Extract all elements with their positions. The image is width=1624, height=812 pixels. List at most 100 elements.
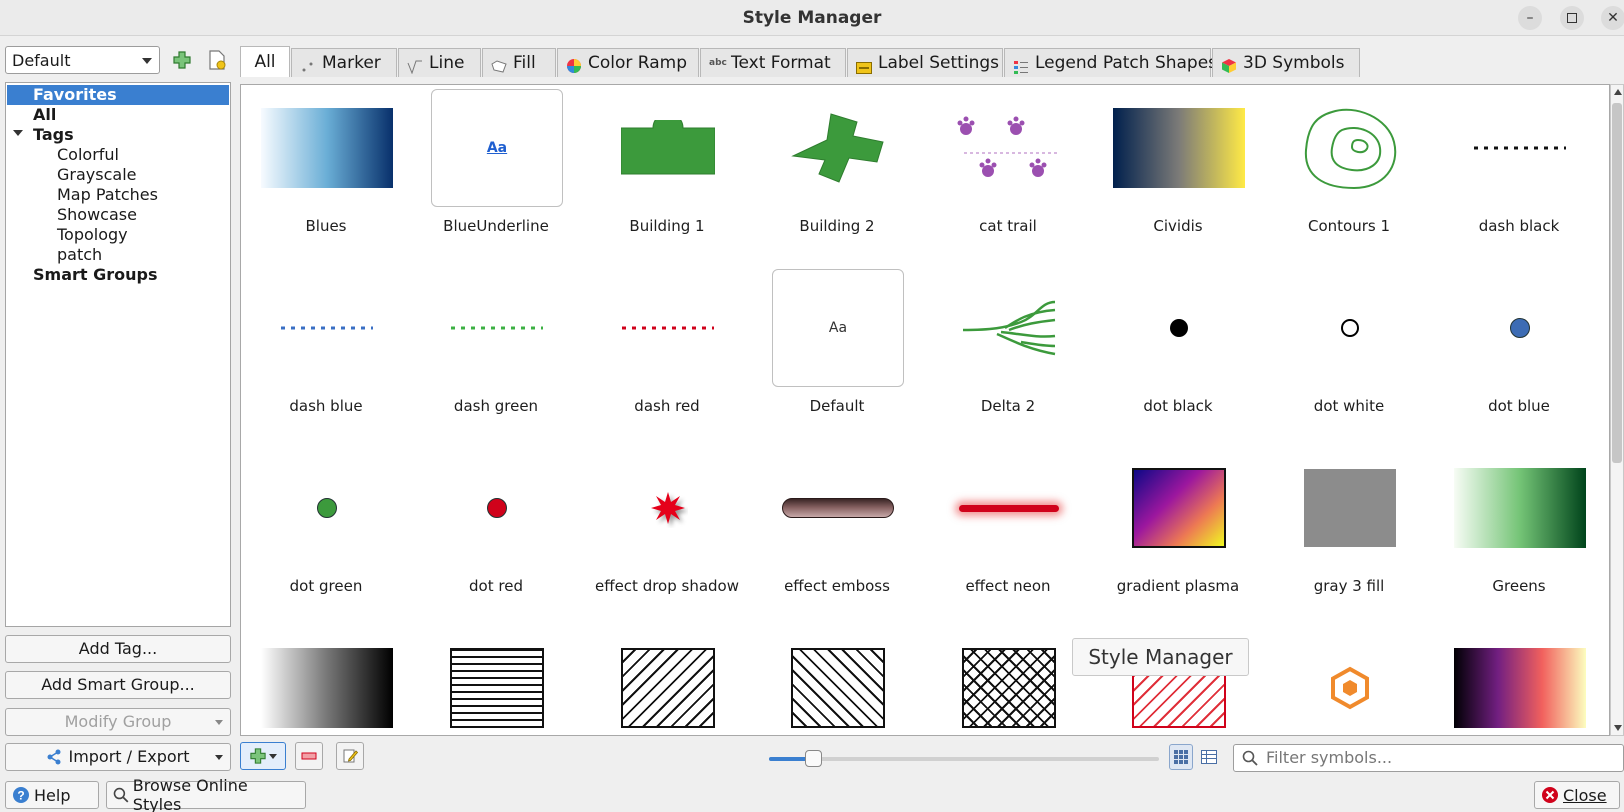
tab-line[interactable]: Line [398, 48, 481, 77]
fill-preview [1284, 89, 1416, 207]
symbol-item[interactable]: dot white [1264, 265, 1434, 445]
tree-item-showcase[interactable]: Showcase [57, 205, 137, 225]
tab-all[interactable]: All [240, 46, 290, 77]
symbol-item[interactable]: Greens [1434, 445, 1604, 625]
symbol-label: Building 2 [799, 217, 875, 235]
symbol-item[interactable]: Aa Default [752, 265, 922, 445]
tab-fill[interactable]: Fill [482, 48, 556, 77]
symbol-label: dot red [469, 577, 523, 595]
symbol-item[interactable]: dash red [582, 265, 752, 445]
symbol-item[interactable]: dash black [1434, 85, 1604, 265]
symbol-item[interactable]: effect neon [923, 445, 1093, 625]
symbol-item[interactable]: dash blue [241, 265, 411, 445]
fill-preview [431, 629, 563, 735]
symbol-item[interactable]: dot red [411, 445, 581, 625]
line-preview [431, 269, 563, 387]
help-button[interactable]: ? Help [5, 781, 99, 809]
symbol-item[interactable]: Building 2 [752, 85, 922, 265]
close-window-button[interactable]: ✕ [1601, 6, 1624, 30]
tree-item-topology[interactable]: Topology [57, 225, 128, 245]
browse-online-styles-button[interactable]: Browse Online Styles [106, 776, 306, 812]
color-ramp-preview [261, 89, 393, 207]
symbol-label: dash blue [289, 397, 363, 415]
marker-icon [300, 56, 316, 72]
import-export-button[interactable]: Import / Export [5, 743, 231, 771]
add-smart-group-button[interactable]: Add Smart Group... [5, 671, 231, 699]
tab-legend-patch-shapes[interactable]: Legend Patch Shapes [1004, 48, 1217, 77]
color-ramp-preview [261, 629, 393, 735]
remove-symbol-button[interactable] [295, 742, 323, 770]
symbol-item[interactable]: gray 3 fill [1264, 445, 1434, 625]
tab-3d-symbols[interactable]: 3D Symbols [1212, 48, 1360, 77]
scrollbar-thumb[interactable] [1612, 103, 1622, 463]
add-symbol-button[interactable] [240, 742, 286, 770]
symbol-item[interactable] [752, 625, 922, 735]
fill-icon [491, 56, 507, 73]
symbol-item[interactable]: Delta 2 [923, 265, 1093, 445]
list-view-button[interactable] [1197, 744, 1221, 770]
symbol-label: effect emboss [784, 577, 890, 595]
close-button[interactable]: Close [1534, 781, 1620, 809]
symbol-item[interactable] [923, 625, 1093, 735]
symbol-label: dot green [289, 577, 363, 595]
symbol-item[interactable]: dash green [411, 265, 581, 445]
tab-marker[interactable]: Marker [291, 48, 397, 77]
color-ramp-preview [1113, 89, 1245, 207]
group-tree: Favorites All Tags Colorful Grayscale Ma… [5, 82, 231, 627]
symbol-item[interactable]: effect drop shadow [582, 445, 752, 625]
symbol-item[interactable]: Contours 1 [1264, 85, 1434, 265]
search-icon [1242, 750, 1258, 766]
maximize-button[interactable] [1560, 6, 1584, 30]
symbol-item[interactable]: Blues [241, 85, 411, 265]
scroll-up-icon[interactable] [1614, 89, 1622, 95]
add-style-database-button[interactable] [169, 47, 195, 73]
symbol-item[interactable]: Aa BlueUnderline [411, 85, 581, 265]
chevron-down-icon[interactable] [13, 130, 23, 136]
scroll-down-icon[interactable] [1614, 725, 1622, 731]
vertical-scrollbar[interactable] [1610, 84, 1624, 736]
tree-item-smart-groups[interactable]: Smart Groups [33, 265, 157, 285]
table-view-icon [1201, 750, 1217, 764]
minimize-button[interactable]: – [1518, 6, 1542, 30]
tree-item-patch[interactable]: patch [57, 245, 102, 265]
symbol-label: BlueUnderline [443, 217, 549, 235]
color-ramp-preview [1454, 629, 1586, 735]
tree-item-favorites[interactable]: Favorites [7, 85, 229, 105]
symbol-item[interactable] [411, 625, 581, 735]
symbol-item[interactable]: effect emboss [752, 445, 922, 625]
slider-handle[interactable] [805, 750, 822, 767]
chevron-down-icon [268, 753, 277, 759]
new-style-database-button[interactable] [204, 47, 230, 73]
modify-group-button[interactable]: Modify Group [5, 708, 231, 736]
close-label: Close [1563, 785, 1607, 805]
close-icon: ✕ [1607, 10, 1619, 26]
symbol-item[interactable]: Cividis [1093, 85, 1263, 265]
symbol-item[interactable]: dot blue [1434, 265, 1604, 445]
symbol-item[interactable]: gradient plasma [1093, 445, 1263, 625]
title-bar: Style Manager – ✕ [0, 0, 1624, 36]
symbol-item[interactable]: dot green [241, 445, 411, 625]
tree-item-tags[interactable]: Tags [33, 125, 74, 145]
tab-color-ramp[interactable]: Color Ramp [557, 48, 699, 77]
thumbnail-size-slider[interactable] [769, 757, 1159, 761]
symbol-item[interactable] [241, 625, 411, 735]
tree-item-colorful[interactable]: Colorful [57, 145, 119, 165]
tab-label-settings[interactable]: Label Settings [847, 48, 1003, 77]
filter-symbols-input[interactable]: Filter symbols... [1233, 744, 1624, 772]
tab-text-format[interactable]: abc Text Format [700, 48, 846, 77]
chevron-down-icon [142, 58, 152, 64]
symbol-item[interactable] [1434, 625, 1604, 735]
chevron-down-icon [215, 755, 223, 760]
symbol-item[interactable]: Building 1 [582, 85, 752, 265]
symbol-item[interactable]: dot black [1093, 265, 1263, 445]
icon-view-button[interactable] [1169, 744, 1193, 770]
tree-item-all[interactable]: All [33, 105, 56, 125]
tree-item-map-patches[interactable]: Map Patches [57, 185, 158, 205]
symbol-item[interactable] [1264, 625, 1434, 735]
symbol-item[interactable]: cat trail [923, 85, 1093, 265]
symbol-item[interactable] [582, 625, 752, 735]
style-database-select[interactable]: Default [5, 46, 160, 74]
tree-item-grayscale[interactable]: Grayscale [57, 165, 136, 185]
add-tag-button[interactable]: Add Tag... [5, 635, 231, 663]
edit-symbol-button[interactable] [336, 742, 364, 770]
